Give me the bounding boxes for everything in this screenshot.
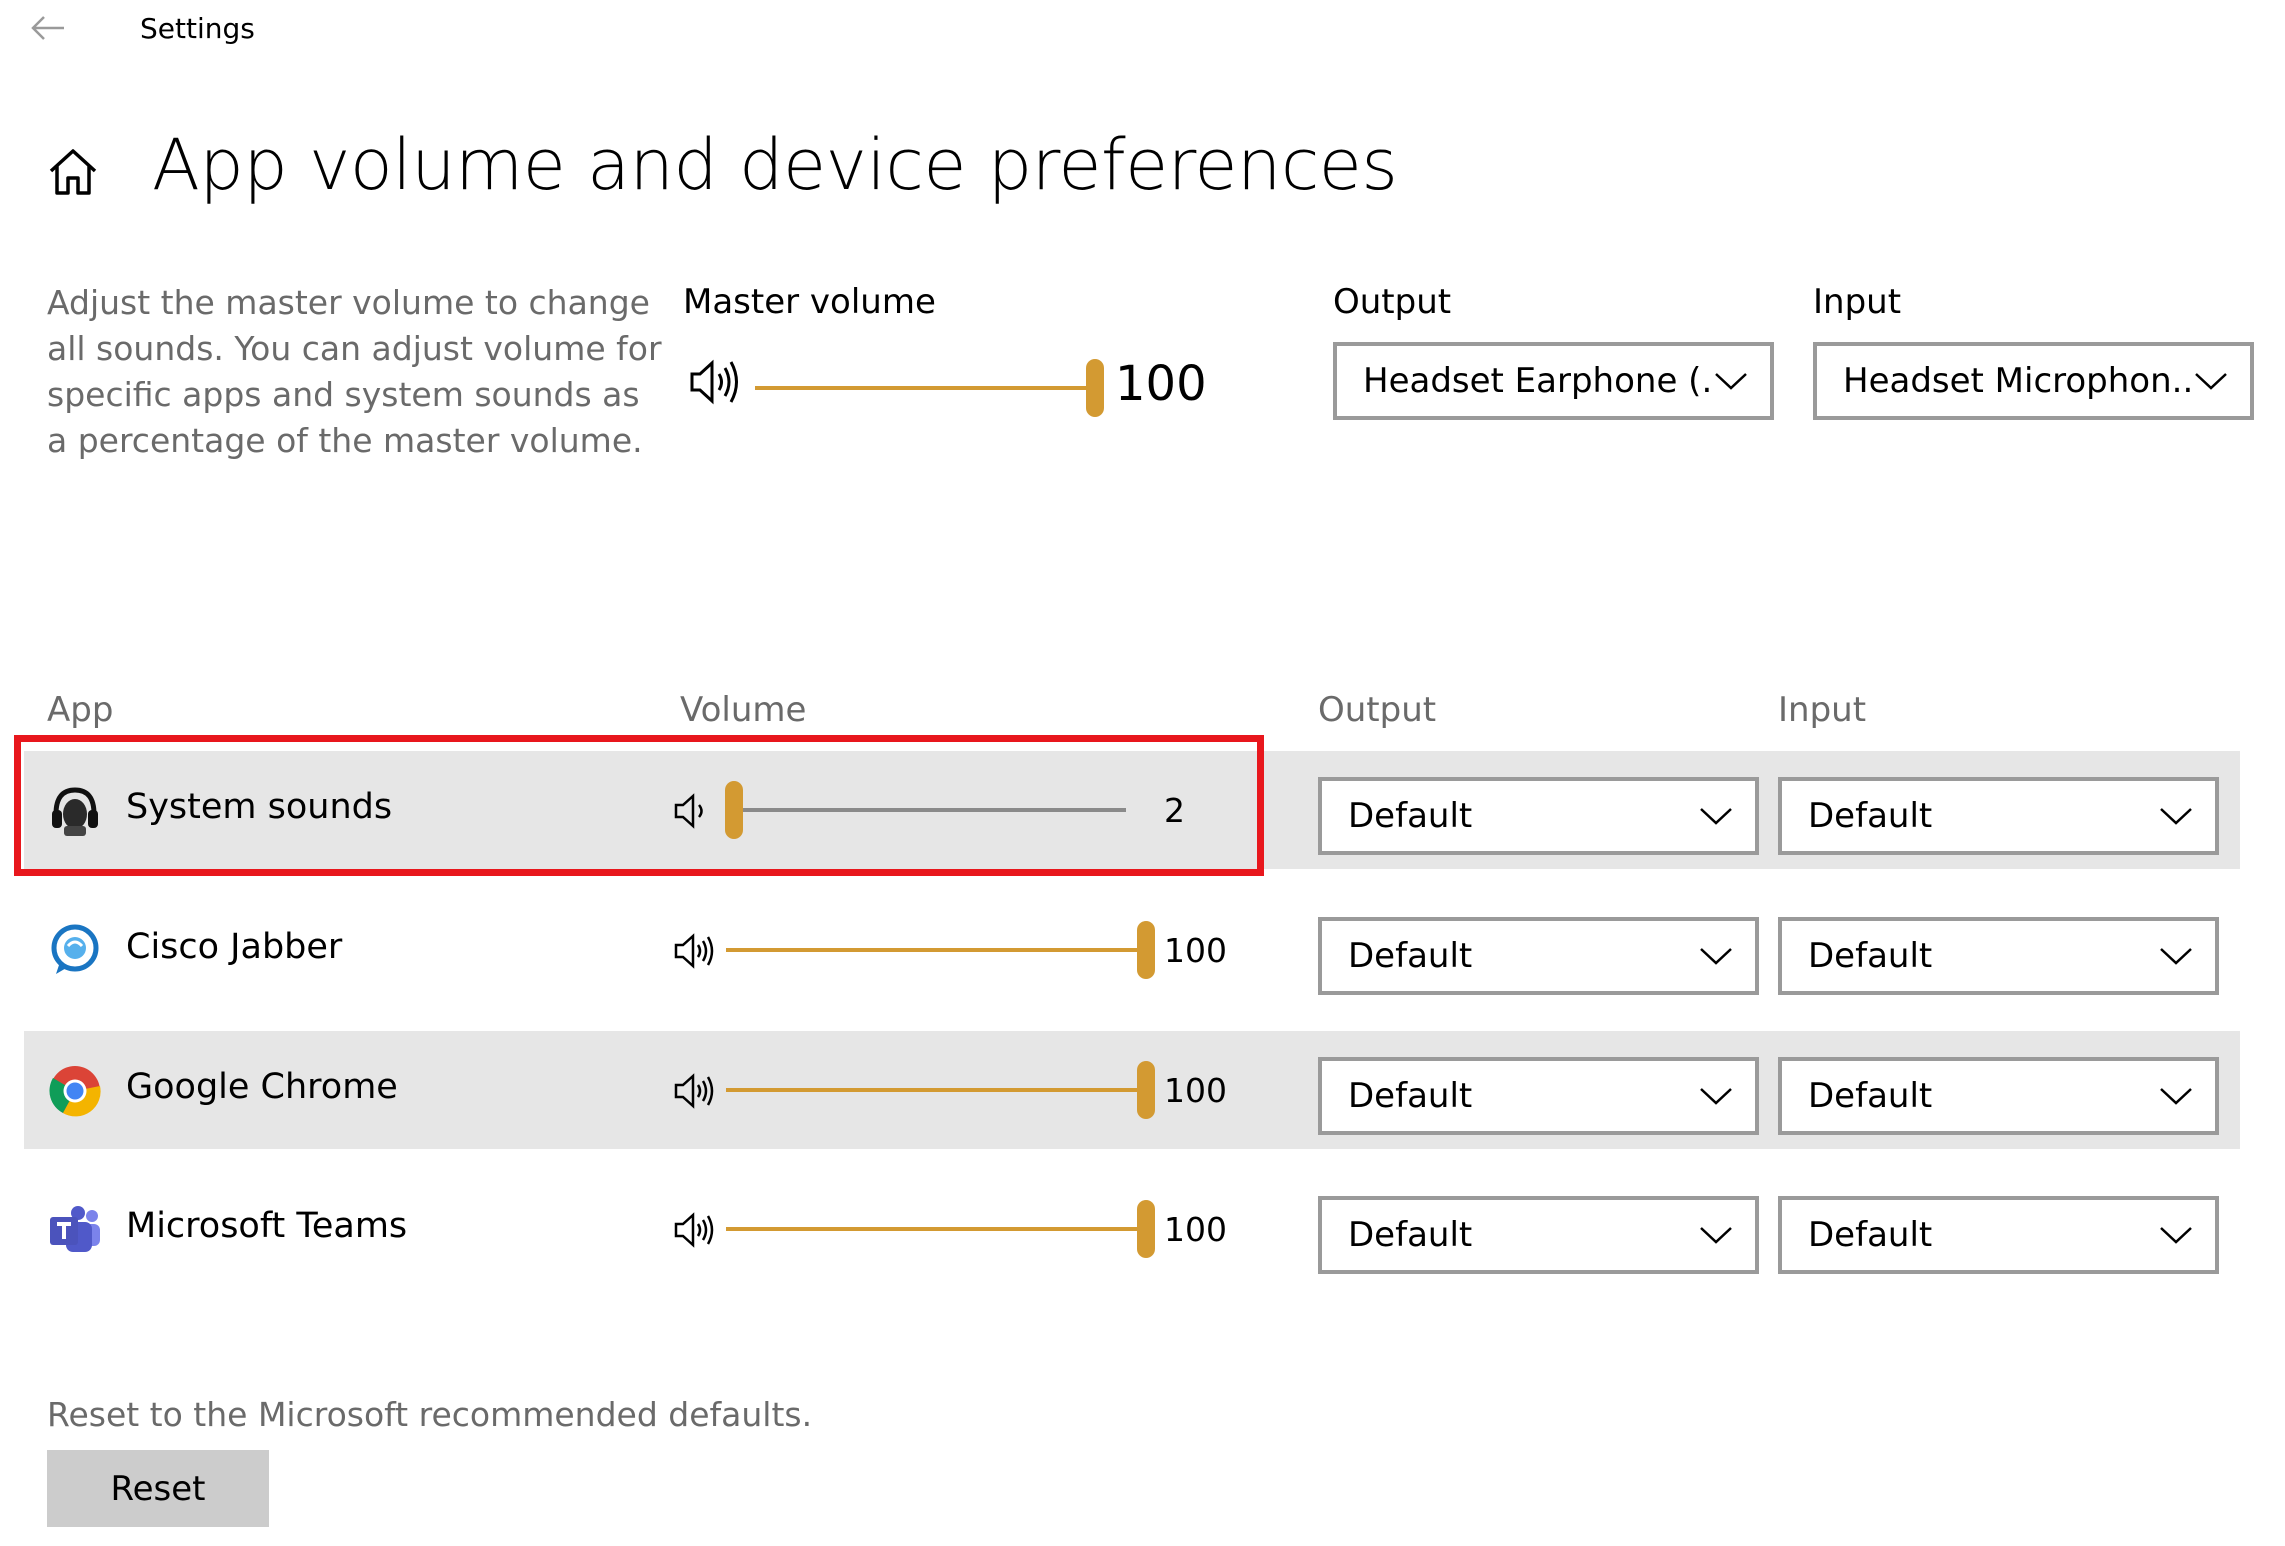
input-device-dropdown[interactable]: Headset Microphon... — [1813, 342, 2254, 420]
app-input-dropdown[interactable]: Default — [1778, 1057, 2219, 1135]
slider-thumb[interactable] — [1137, 1061, 1155, 1119]
chevron-down-icon — [1700, 948, 1732, 965]
chevron-down-icon — [1700, 808, 1732, 825]
app-volume-slider[interactable] — [726, 1200, 1155, 1258]
column-header-app: App — [47, 690, 114, 730]
slider-thumb[interactable] — [1137, 1200, 1155, 1258]
app-output-selected: Default — [1348, 796, 1473, 836]
chevron-down-icon — [2160, 1088, 2192, 1105]
speaker-icon[interactable] — [672, 931, 716, 971]
highlight-box — [14, 735, 1264, 876]
speaker-icon[interactable] — [672, 1210, 716, 1250]
app-input-dropdown[interactable]: Default — [1778, 1196, 2219, 1274]
column-header-volume: Volume — [680, 690, 807, 730]
input-label: Input — [1813, 282, 1902, 322]
app-output-dropdown[interactable]: Default — [1318, 917, 1759, 995]
app-output-selected: Default — [1348, 1076, 1473, 1116]
master-volume-label: Master volume — [683, 282, 936, 322]
app-output-dropdown[interactable]: Default — [1318, 777, 1759, 855]
output-device-selected: Headset Earphone (... — [1363, 361, 1714, 401]
master-volume-slider[interactable] — [755, 359, 1104, 417]
app-row-microsoft-teams: Microsoft Teams 100 Default Default — [24, 1170, 2240, 1288]
app-volume-value: 100 — [1164, 1071, 1227, 1110]
app-input-selected: Default — [1808, 796, 1933, 836]
chevron-down-icon — [2195, 373, 2227, 390]
page-title: App volume and device preferences — [152, 124, 1398, 206]
app-volume-value: 100 — [1164, 1210, 1227, 1249]
column-header-input: Input — [1778, 690, 1867, 730]
app-output-selected: Default — [1348, 936, 1473, 976]
app-input-selected: Default — [1808, 1215, 1933, 1255]
slider-thumb[interactable] — [1137, 921, 1155, 979]
microsoft-teams-icon — [50, 1206, 100, 1252]
description-text: Adjust the master volume to change all s… — [47, 283, 662, 460]
back-arrow-icon[interactable] — [28, 8, 68, 48]
app-output-dropdown[interactable]: Default — [1318, 1196, 1759, 1274]
app-output-dropdown[interactable]: Default — [1318, 1057, 1759, 1135]
app-volume-slider[interactable] — [726, 1061, 1155, 1119]
output-label: Output — [1333, 282, 1452, 322]
app-name: Cisco Jabber — [126, 927, 343, 967]
slider-thumb[interactable] — [1086, 359, 1104, 417]
chevron-down-icon — [2160, 808, 2192, 825]
app-input-dropdown[interactable]: Default — [1778, 777, 2219, 855]
input-device-selected: Headset Microphon... — [1843, 361, 2194, 401]
master-volume-value: 100 — [1115, 356, 1207, 412]
app-name: Google Chrome — [126, 1067, 398, 1107]
output-device-dropdown[interactable]: Headset Earphone (... — [1333, 342, 1774, 420]
speaker-icon[interactable] — [672, 1071, 716, 1111]
home-icon[interactable] — [46, 145, 100, 199]
app-row-google-chrome: Google Chrome 100 Default Default — [24, 1031, 2240, 1149]
window-title: Settings — [140, 12, 255, 45]
chevron-down-icon — [1700, 1088, 1732, 1105]
app-volume-slider[interactable] — [726, 921, 1155, 979]
reset-description: Reset to the Microsoft recommended defau… — [47, 1395, 813, 1434]
cisco-jabber-icon — [51, 924, 99, 974]
app-name: Microsoft Teams — [126, 1206, 408, 1246]
app-input-selected: Default — [1808, 1076, 1933, 1116]
app-row-cisco-jabber: Cisco Jabber 100 Default Default — [24, 891, 2240, 1009]
column-header-output: Output — [1318, 690, 1437, 730]
speaker-icon[interactable] — [688, 356, 744, 408]
chevron-down-icon — [1715, 373, 1747, 390]
chevron-down-icon — [1700, 1227, 1732, 1244]
chevron-down-icon — [2160, 1227, 2192, 1244]
google-chrome-icon — [49, 1066, 101, 1117]
app-input-selected: Default — [1808, 936, 1933, 976]
chevron-down-icon — [2160, 948, 2192, 965]
app-volume-value: 100 — [1164, 931, 1227, 970]
app-input-dropdown[interactable]: Default — [1778, 917, 2219, 995]
app-output-selected: Default — [1348, 1215, 1473, 1255]
reset-button[interactable]: Reset — [47, 1450, 269, 1527]
